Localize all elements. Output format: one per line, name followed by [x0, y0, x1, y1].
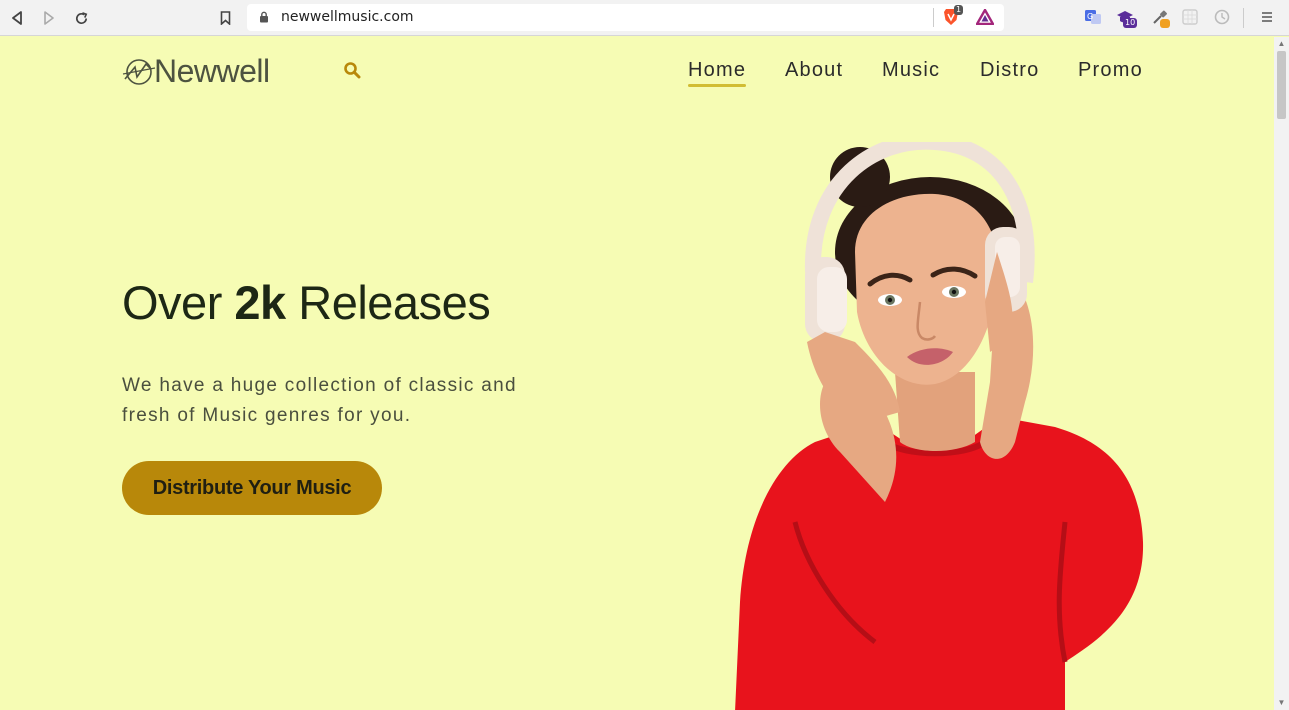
nav-music[interactable]: Music	[882, 59, 940, 82]
nav-promo-label: Promo	[1078, 59, 1143, 81]
extension-count-badge: 10	[1123, 18, 1138, 28]
mortarboard-extension[interactable]: 10	[1115, 7, 1138, 28]
nav-distro[interactable]: Distro	[980, 59, 1039, 82]
brave-rewards-button[interactable]	[975, 7, 995, 27]
reload-button[interactable]	[70, 7, 92, 29]
nav-promo[interactable]: Promo	[1078, 59, 1143, 82]
scroll-up-arrow[interactable]: ▲	[1277, 40, 1286, 48]
dropper-extension[interactable]	[1150, 7, 1170, 28]
svg-text:G: G	[1087, 12, 1093, 21]
lock-icon	[260, 11, 268, 23]
hero-woman-headphones-image	[735, 142, 1144, 710]
nav-about-label: About	[785, 59, 844, 81]
nav-distro-label: Distro	[980, 59, 1040, 81]
grid-extension[interactable]	[1180, 7, 1200, 27]
grid-icon	[1182, 9, 1198, 25]
orange-badge	[1160, 19, 1170, 28]
hero-subtext: We have a huge collection of classic and…	[122, 375, 517, 426]
webpage: Newwell Home About Music Distro Promo Ov…	[0, 37, 1274, 710]
nav-home-label: Home	[688, 59, 747, 81]
browser-menu-button[interactable]	[1257, 7, 1277, 27]
translate-extension[interactable]: G	[1083, 7, 1103, 27]
search-icon[interactable]	[343, 61, 361, 79]
logo-mark-icon	[122, 58, 156, 85]
nav-home[interactable]: Home	[688, 59, 747, 87]
shields-count-badge: 1	[954, 5, 964, 15]
reload-icon	[75, 11, 87, 24]
headline-suffix: Releases	[298, 276, 491, 329]
translate-icon: G	[1085, 10, 1101, 24]
hero-headline: Over 2k Releases	[122, 275, 491, 330]
address-bar[interactable]: newwellmusic.com 1	[247, 4, 1004, 31]
nav-music-label: Music	[882, 59, 941, 81]
scrollbar-thumb[interactable]	[1277, 51, 1286, 119]
forward-button[interactable]	[38, 7, 60, 29]
rewards-triangle-icon	[976, 9, 994, 25]
brave-shields-button[interactable]: 1	[941, 5, 964, 27]
back-button[interactable]	[6, 7, 28, 29]
site-logo[interactable]: Newwell	[122, 53, 270, 90]
browser-toolbar: newwellmusic.com 1 G 10	[0, 0, 1289, 36]
url-text: newwellmusic.com	[281, 9, 414, 25]
page-scrollbar[interactable]: ▲ ▼	[1274, 37, 1289, 710]
distribute-music-button[interactable]: Distribute Your Music	[122, 461, 382, 515]
bookmark-button[interactable]	[214, 7, 236, 29]
scroll-down-arrow[interactable]: ▼	[1277, 699, 1286, 707]
bookmark-icon	[220, 11, 230, 25]
nav-about[interactable]: About	[785, 59, 843, 82]
nav-active-underline	[688, 84, 747, 87]
timer-extension[interactable]	[1212, 7, 1232, 27]
forward-icon	[44, 11, 54, 25]
back-icon	[12, 11, 22, 25]
toolbar-divider	[1243, 8, 1244, 28]
hamburger-icon	[1262, 12, 1272, 22]
headline-prefix: Over	[122, 276, 222, 329]
clock-icon	[1214, 9, 1230, 25]
headline-bold: 2k	[234, 276, 286, 329]
logo-text: Newwell	[154, 53, 270, 89]
url-divider	[933, 8, 934, 27]
